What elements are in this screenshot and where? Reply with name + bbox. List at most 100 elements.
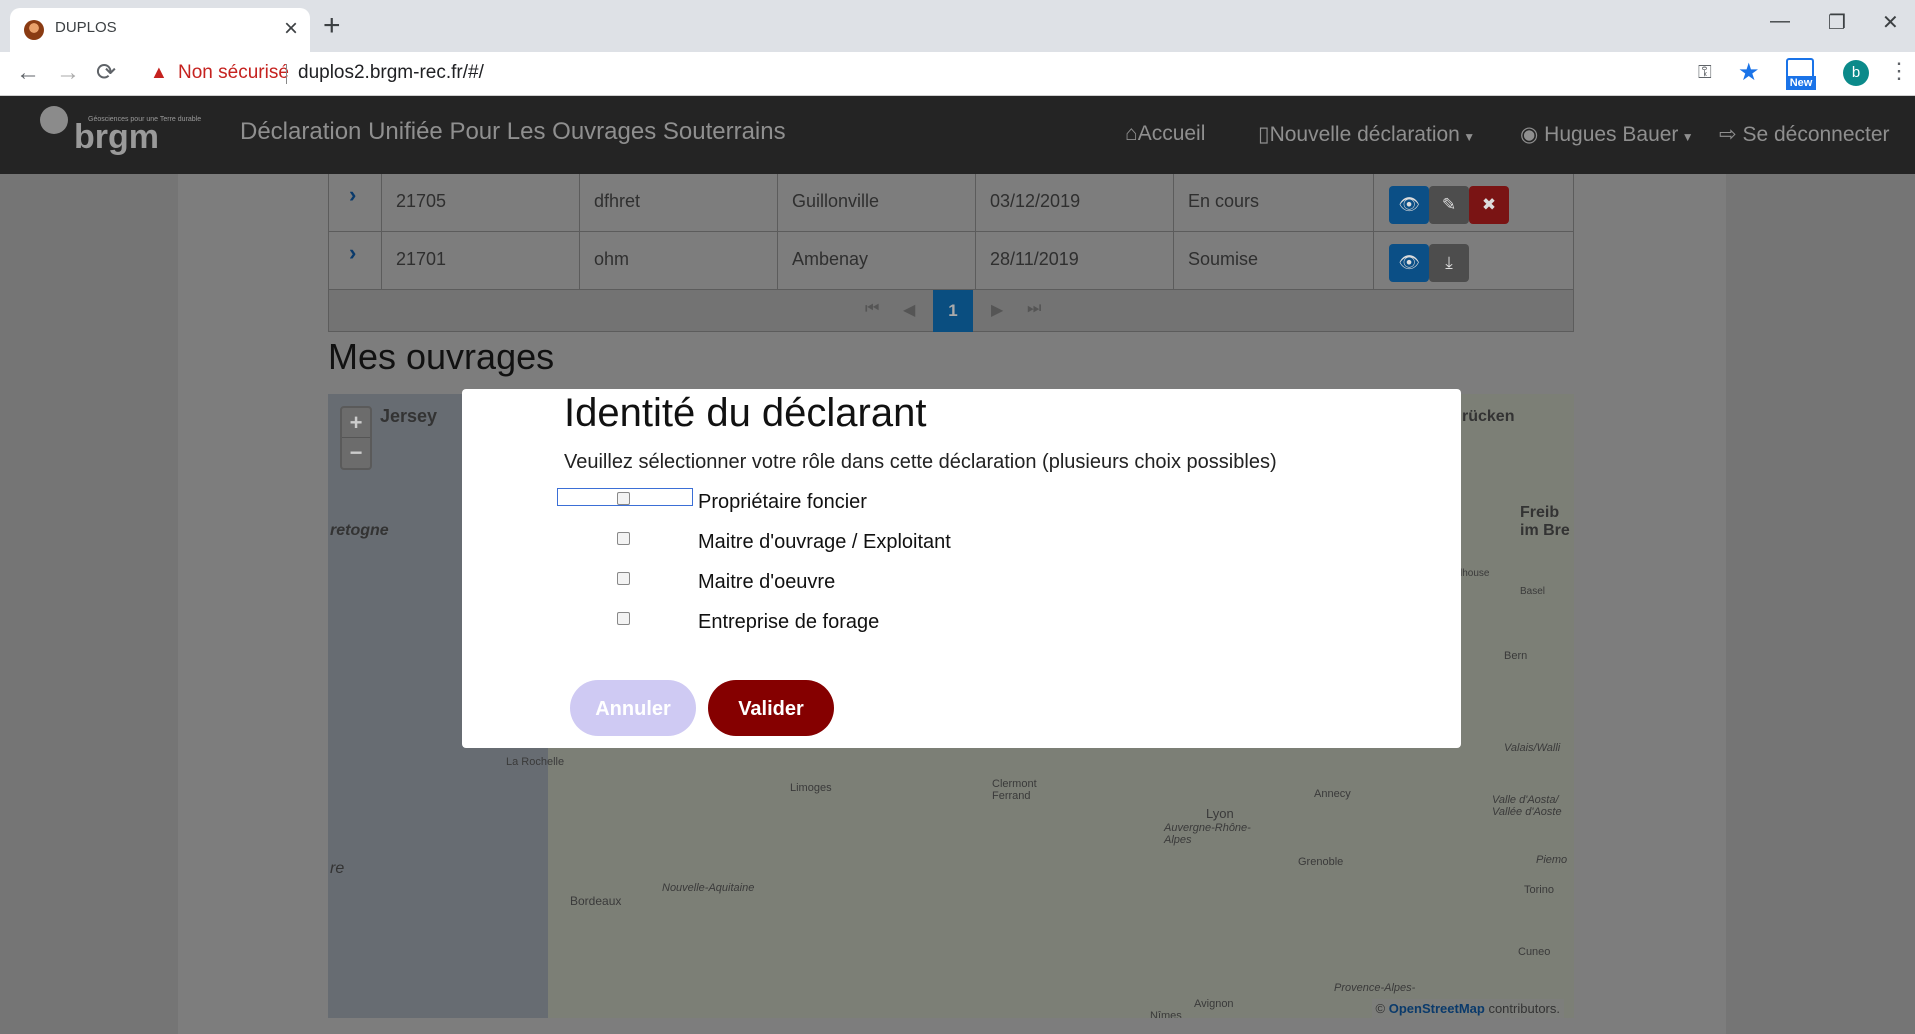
- page-number-active[interactable]: 1: [933, 290, 973, 332]
- map-label: Auvergne-Rhône-Alpes: [1164, 822, 1251, 846]
- cell-status: Soumise: [1173, 232, 1373, 290]
- map-label: Valle d'Aosta/ Vallée d'Aoste: [1492, 794, 1562, 818]
- checkbox-owner[interactable]: [617, 492, 630, 505]
- table-row: › 21705 dfhret Guillonville 03/12/2019 E…: [329, 174, 1573, 232]
- app-navbar: Géosciences pour une Terre durable brgm …: [0, 96, 1915, 174]
- cell-commune: Guillonville: [777, 174, 975, 232]
- caret-down-icon: ▼: [1678, 130, 1694, 144]
- caret-down-icon: ▼: [1459, 130, 1476, 144]
- option-label[interactable]: Entreprise de forage: [698, 611, 879, 634]
- restore-icon[interactable]: ❐: [1828, 10, 1846, 35]
- map-label: Annecy: [1314, 788, 1351, 800]
- zoom-out-icon[interactable]: −: [342, 438, 370, 468]
- back-icon[interactable]: ←: [16, 58, 40, 88]
- expand-chevron-icon[interactable]: ›: [349, 182, 356, 208]
- map-label: Bordeaux: [570, 894, 622, 908]
- cell-name: ohm: [579, 232, 777, 290]
- download-icon[interactable]: ⤓: [1429, 244, 1469, 282]
- map-label: Piemo: [1536, 854, 1568, 866]
- browser-tab-bar: DUPLOS × + — ❐ ✕: [0, 0, 1915, 52]
- cell-id: 21705: [381, 174, 579, 232]
- map-label: Limoges: [790, 782, 832, 794]
- modal-title: Identité du déclarant: [564, 391, 927, 435]
- checkbox-contractor[interactable]: [617, 572, 630, 585]
- openstreetmap-link[interactable]: OpenStreetMap: [1389, 1001, 1485, 1016]
- first-page-icon[interactable]: ⏮: [865, 300, 879, 318]
- menu-icon[interactable]: ⋮: [1888, 58, 1910, 84]
- map-label: Basel: [1520, 586, 1546, 597]
- favicon-icon: [24, 20, 44, 40]
- modal-description: Veuillez sélectionner votre rôle dans ce…: [564, 451, 1277, 473]
- profile-avatar[interactable]: b: [1843, 60, 1869, 86]
- nav-logout[interactable]: ⇨ Se déconnecter: [1719, 122, 1890, 147]
- map-label: Nîmes: [1150, 1010, 1182, 1018]
- view-eye-icon[interactable]: 👁: [1389, 244, 1429, 282]
- brgm-logo-icon[interactable]: [40, 106, 68, 134]
- url-input[interactable]: duplos2.brgm-rec.fr/#/: [298, 62, 484, 84]
- next-page-icon[interactable]: ▶: [991, 300, 1003, 320]
- extension-badge: New: [1786, 76, 1816, 90]
- reload-icon[interactable]: ⟳: [96, 58, 116, 88]
- map-label: Nouvelle-Aquitaine: [662, 882, 755, 894]
- map-label: Freib im Bre: [1520, 504, 1570, 539]
- map-label: Bern: [1504, 650, 1528, 662]
- declarant-identity-modal: Identité du déclarant Veuillez sélection…: [462, 389, 1461, 748]
- cell-date: 03/12/2019: [975, 174, 1173, 232]
- option-label[interactable]: Propriétaire foncier: [698, 491, 867, 514]
- zoom-in-icon[interactable]: +: [342, 408, 370, 438]
- map-label: lhouse: [1460, 568, 1490, 579]
- option-label[interactable]: Maitre d'oeuvre: [698, 571, 835, 594]
- map-label: Lyon: [1206, 806, 1234, 821]
- minimize-icon[interactable]: —: [1770, 10, 1790, 33]
- app-title[interactable]: Déclaration Unifiée Pour Les Ouvrages So…: [240, 118, 786, 146]
- key-icon[interactable]: ⚿: [1698, 62, 1712, 83]
- edit-pencil-icon[interactable]: ✎: [1429, 186, 1469, 224]
- prev-page-icon[interactable]: ◀: [903, 300, 915, 320]
- checkbox-drilling-company[interactable]: [617, 612, 630, 625]
- cancel-button[interactable]: Annuler: [570, 680, 696, 736]
- cell-id: 21701: [381, 232, 579, 290]
- nav-user-menu[interactable]: ◉ Hugues Bauer ▼: [1520, 122, 1694, 147]
- map-label: Valais/Walli: [1504, 742, 1561, 754]
- browser-tab[interactable]: DUPLOS ×: [10, 8, 310, 52]
- tab-title: DUPLOS: [55, 19, 117, 36]
- map-label: La Rochelle: [506, 756, 565, 768]
- map-label: Jersey: [380, 406, 438, 426]
- map-label: Grenoble: [1298, 856, 1344, 868]
- zoom-control: + −: [340, 406, 372, 470]
- close-window-icon[interactable]: ✕: [1882, 10, 1899, 35]
- forward-icon[interactable]: →: [56, 58, 80, 88]
- user-icon: ◉: [1520, 123, 1545, 146]
- logout-icon: ⇨: [1719, 123, 1743, 146]
- map-label: Provence-Alpes-: [1334, 982, 1416, 994]
- last-page-icon[interactable]: ⏭: [1027, 300, 1041, 318]
- map-attribution: © OpenStreetMap contributors.: [1371, 999, 1564, 1018]
- view-eye-icon[interactable]: 👁: [1389, 186, 1429, 224]
- expand-chevron-icon[interactable]: ›: [349, 240, 356, 266]
- submit-button[interactable]: Valider: [708, 680, 834, 736]
- pagination: ⏮ ◀ 1 ▶ ⏭: [329, 290, 1573, 332]
- map-label: re: [330, 860, 345, 877]
- home-icon: ⌂: [1125, 122, 1138, 145]
- nav-new-declaration[interactable]: ▯Nouvelle déclaration ▼: [1258, 122, 1475, 147]
- section-title: Mes ouvrages: [328, 336, 555, 377]
- option-label[interactable]: Maitre d'ouvrage / Exploitant: [698, 531, 951, 554]
- nav-home[interactable]: ⌂Accueil: [1125, 122, 1205, 146]
- new-tab-icon[interactable]: +: [323, 10, 341, 42]
- declarations-table: › 21705 dfhret Guillonville 03/12/2019 E…: [328, 174, 1574, 332]
- map-label: Clermont Ferrand: [992, 778, 1037, 802]
- file-icon: ▯: [1258, 123, 1270, 146]
- cell-commune: Ambenay: [777, 232, 975, 290]
- cell-status: En cours: [1173, 174, 1373, 232]
- table-row: › 21701 ohm Ambenay 28/11/2019 Soumise 👁…: [329, 232, 1573, 290]
- security-warning[interactable]: Non sécurisé: [178, 62, 289, 84]
- checkbox-project-owner[interactable]: [617, 532, 630, 545]
- map-label: Cuneo: [1518, 946, 1551, 958]
- address-bar: ← → ⟳ ▲ Non sécurisé duplos2.brgm-rec.fr…: [0, 52, 1915, 96]
- logo-text[interactable]: brgm: [74, 118, 159, 157]
- warning-icon[interactable]: ▲: [150, 62, 168, 83]
- bookmark-star-icon[interactable]: ★: [1738, 58, 1760, 87]
- map-label: retogne: [330, 522, 389, 539]
- close-tab-icon[interactable]: ×: [284, 14, 298, 44]
- delete-x-icon[interactable]: ✖: [1469, 186, 1509, 224]
